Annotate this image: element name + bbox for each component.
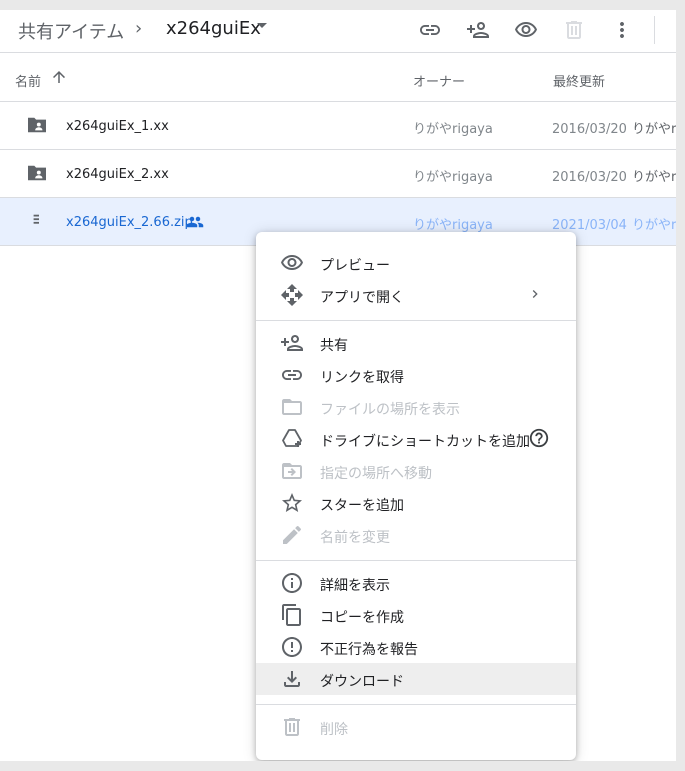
menu-label: ファイルの場所を表示: [320, 402, 460, 418]
menu-item-download[interactable]: ダウンロード: [256, 663, 576, 695]
menu-item-preview[interactable]: プレビュー: [256, 247, 576, 279]
menu-label: 共有: [320, 338, 348, 354]
menu-item-add-star[interactable]: スターを追加: [256, 487, 576, 519]
add-person-icon: [467, 22, 489, 38]
get-link-button[interactable]: [416, 16, 444, 44]
drive-window: 共有アイテム › x264guiEx 名前 オーナー 最終更新 x264guiE…: [0, 10, 676, 761]
menu-label: ダウンロード: [320, 674, 404, 690]
link-icon: [282, 370, 302, 380]
caret-down-icon[interactable]: [257, 23, 267, 28]
report-icon: [282, 637, 302, 657]
shared-folder-icon: [28, 117, 46, 133]
move-arrows-icon: [281, 284, 303, 306]
menu-label: プレビュー: [320, 258, 390, 274]
chevron-right-icon: [532, 290, 538, 298]
menu-label: ドライブにショートカットを追加: [320, 434, 530, 450]
menu-item-rename: 名前を変更: [256, 519, 576, 551]
menu-label: 指定の場所へ移動: [320, 466, 432, 482]
breadcrumb-separator: ›: [135, 18, 143, 39]
copy-icon: [282, 604, 301, 626]
more-actions-button[interactable]: [608, 16, 636, 44]
move-folder-icon: [282, 463, 302, 479]
drive-shortcut-icon: [282, 429, 302, 447]
file-name: x264guiEx_2.xx: [66, 167, 169, 182]
modified-by: りがやri..: [631, 170, 676, 185]
breadcrumb-shared-items[interactable]: 共有アイテム: [18, 18, 124, 44]
menu-item-get-link[interactable]: リンクを取得: [256, 359, 576, 391]
file-modified: 2016/03/20 りがやri..: [552, 166, 676, 185]
menu-item-report[interactable]: 不正行為を報告: [256, 631, 576, 663]
file-row[interactable]: x264guiEx_2.xx りがやrigaya 2016/03/20 りがやri…: [0, 150, 676, 198]
sort-arrow-up-icon[interactable]: [50, 68, 68, 86]
context-menu: プレビュー アプリで開く 共有 リンクを取得 ファイルの場所を表示 ドライブにシ…: [256, 232, 576, 760]
modified-by: りがやri..: [631, 122, 676, 137]
menu-item-move-to: 指定の場所へ移動: [256, 455, 576, 487]
column-headers: 名前 オーナー 最終更新: [0, 53, 676, 102]
info-icon: [282, 573, 302, 593]
menu-divider: [256, 560, 576, 561]
menu-label: 削除: [320, 722, 348, 738]
toolbar-divider: [654, 16, 655, 44]
preview-button[interactable]: [512, 16, 540, 44]
menu-item-show-location: ファイルの場所を表示: [256, 391, 576, 423]
menu-item-copy[interactable]: コピーを作成: [256, 599, 576, 631]
file-name: x264guiEx_2.66.zip: [66, 215, 193, 230]
modified-date: 2021/03/04: [552, 218, 627, 233]
breadcrumb-current-folder[interactable]: x264guiEx: [166, 18, 261, 39]
menu-item-add-shortcut[interactable]: ドライブにショートカットを追加: [256, 423, 576, 455]
download-icon: [284, 671, 300, 687]
menu-item-details[interactable]: 詳細を表示: [256, 567, 576, 599]
link-icon: [420, 25, 440, 35]
shared-people-icon: [186, 216, 204, 228]
toolbar-header: 共有アイテム › x264guiEx: [0, 10, 676, 53]
modified-date: 2016/03/20: [552, 122, 627, 137]
menu-label: コピーを作成: [320, 610, 404, 626]
add-person-icon: [281, 335, 303, 351]
menu-label: スターを追加: [320, 498, 404, 514]
share-button[interactable]: [464, 16, 492, 44]
shared-folder-icon: [28, 165, 46, 181]
file-owner: りがやrigaya: [413, 170, 493, 185]
menu-label: 詳細を表示: [320, 578, 390, 594]
delete-button-disabled: [560, 16, 588, 44]
file-modified: 2016/03/20 りがやri..: [552, 118, 676, 137]
menu-label: アプリで開く: [320, 290, 404, 306]
eye-icon: [281, 255, 303, 270]
modified-date: 2016/03/20: [552, 170, 627, 185]
menu-item-open-with[interactable]: アプリで開く: [256, 279, 576, 311]
modified-by: りがやri..: [631, 218, 676, 233]
menu-divider: [256, 704, 576, 705]
trash-icon: [284, 718, 300, 736]
menu-item-delete: 削除: [256, 711, 576, 743]
menu-label: リンクを取得: [320, 370, 404, 386]
zip-file-icon: [33, 214, 39, 224]
more-vert-icon: [620, 22, 624, 38]
file-modified: 2021/03/04 りがやri..: [552, 214, 676, 233]
eye-icon: [515, 22, 537, 37]
help-icon[interactable]: [528, 427, 550, 449]
menu-label: 名前を変更: [320, 530, 390, 546]
file-name: x264guiEx_1.xx: [66, 119, 169, 134]
file-owner: りがやrigaya: [413, 218, 493, 233]
menu-divider: [256, 320, 576, 321]
column-modified[interactable]: 最終更新: [553, 71, 605, 90]
column-name[interactable]: 名前: [15, 71, 41, 90]
column-owner[interactable]: オーナー: [413, 71, 465, 90]
menu-item-share[interactable]: 共有: [256, 327, 576, 359]
star-icon: [282, 493, 302, 512]
menu-label: 不正行為を報告: [320, 642, 418, 658]
trash-icon: [566, 21, 582, 39]
file-row[interactable]: x264guiEx_1.xx りがやrigaya 2016/03/20 りがやri…: [0, 102, 676, 150]
pencil-icon: [283, 525, 302, 544]
folder-icon: [282, 399, 302, 415]
file-owner: りがやrigaya: [413, 122, 493, 137]
